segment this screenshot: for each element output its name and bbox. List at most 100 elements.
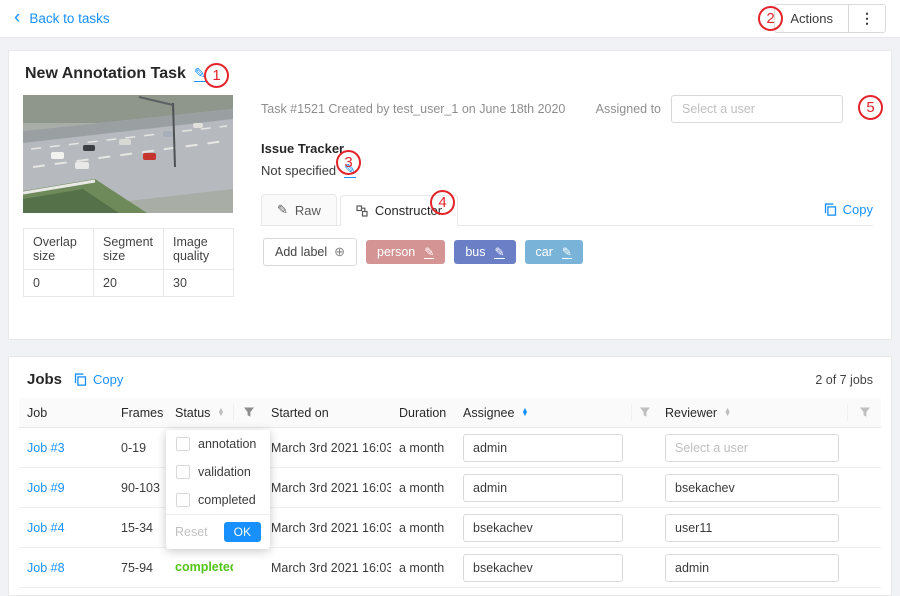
label-chip-person[interactable]: person ✎	[366, 240, 445, 264]
assignee-input[interactable]	[463, 434, 623, 462]
label-chip-car[interactable]: car ✎	[525, 240, 583, 264]
issue-tracker-value: Not specified	[261, 163, 336, 178]
column-frames: Frames	[113, 398, 167, 427]
annotation-marker-1: 1	[204, 63, 229, 88]
copy-labels-label: Copy	[843, 202, 873, 217]
jobs-table-header: Job Frames Status ▲▼ Started on Duration…	[19, 398, 881, 428]
tab-raw-label: Raw	[295, 203, 321, 218]
back-to-tasks-link[interactable]: ‹ Back to tasks	[14, 10, 110, 27]
task-assignee-input[interactable]	[671, 95, 843, 123]
plus-circle-icon: ⊕	[334, 244, 345, 260]
back-to-tasks-label: Back to tasks	[29, 11, 109, 26]
param-header-segment: Segment size	[94, 229, 164, 270]
raw-pencil-icon: ✎	[277, 202, 288, 218]
job-link[interactable]: Job #9	[27, 481, 65, 495]
filter-option-validation[interactable]: validation	[166, 458, 270, 486]
param-value-overlap: 0	[24, 270, 94, 297]
job-started: March 3rd 2021 16:03	[263, 561, 391, 575]
task-title-row: New Annotation Task ✎	[25, 65, 877, 83]
param-header-quality: Image quality	[164, 229, 234, 270]
jobs-card: Jobs Copy 2 of 7 jobs Job Frames Status …	[8, 356, 892, 596]
assignee-input[interactable]	[463, 514, 623, 542]
assignee-filter-button[interactable]	[631, 404, 657, 421]
status-filter-button[interactable]	[233, 404, 263, 421]
job-row-3: Job #4 15-34 March 3rd 2021 16:03 a mont…	[19, 508, 881, 548]
job-link[interactable]: Job #4	[27, 521, 65, 535]
edit-label-icon[interactable]: ✎	[424, 246, 434, 260]
job-duration: a month	[391, 521, 455, 535]
assigned-to-block: Assigned to	[596, 95, 843, 123]
copy-icon	[74, 373, 87, 386]
task-left-column: Overlap size Segment size Image quality …	[23, 95, 235, 297]
reviewer-input[interactable]	[665, 554, 839, 582]
annotation-marker-4: 4	[430, 190, 455, 215]
task-params-table: Overlap size Segment size Image quality …	[23, 228, 234, 297]
assignee-input[interactable]	[463, 474, 623, 502]
job-status-cell: completed?	[167, 560, 233, 575]
kebab-icon: ⋮	[860, 10, 874, 26]
copy-labels-link[interactable]: Copy	[824, 202, 873, 225]
actions-button-group: Actions ⋮	[774, 4, 886, 33]
more-menu-button[interactable]: ⋮	[849, 5, 885, 32]
filter-option-annotation[interactable]: annotation	[166, 430, 270, 458]
sort-carets-icon: ▲▼	[724, 409, 731, 417]
column-reviewer-sort[interactable]: Reviewer ▲▼	[657, 398, 847, 427]
checkbox-validation[interactable]	[176, 465, 190, 479]
jobs-count: 2 of 7 jobs	[815, 373, 873, 387]
reviewer-input[interactable]	[665, 514, 839, 542]
filter-option-label: validation	[198, 465, 251, 479]
cvat-task-page: ‹ Back to tasks Actions ⋮ New Annotation…	[0, 0, 900, 596]
copy-jobs-label: Copy	[93, 372, 123, 387]
column-assignee-sort[interactable]: Assignee ▲▼	[455, 398, 631, 427]
constructor-icon	[356, 205, 368, 217]
column-job: Job	[19, 398, 113, 427]
filter-reset-button[interactable]: Reset	[175, 525, 208, 539]
column-started-on: Started on	[263, 398, 391, 427]
sort-carets-icon: ▲▼	[217, 409, 224, 417]
checkbox-completed[interactable]	[176, 493, 190, 507]
add-label-button[interactable]: Add label ⊕	[263, 238, 357, 266]
checkbox-annotation[interactable]	[176, 437, 190, 451]
job-frames: 75-94	[113, 561, 167, 575]
edit-label-icon[interactable]: ✎	[562, 246, 572, 260]
copy-jobs-link[interactable]: Copy	[74, 372, 123, 387]
traffic-scene-image	[23, 95, 233, 213]
status-filter-dropdown: annotation validation completed Reset OK	[166, 430, 270, 549]
label-name: bus	[465, 245, 485, 259]
annotation-marker-2: 2	[758, 6, 783, 31]
filter-option-completed[interactable]: completed	[166, 486, 270, 514]
job-frames: 0-19	[113, 441, 167, 455]
filter-funnel-icon	[639, 406, 651, 418]
labels-constructor-area: Add label ⊕ person ✎ bus ✎ car ✎	[261, 226, 873, 278]
column-status-sort[interactable]: Status ▲▼	[167, 398, 233, 427]
labels-tabs-bar: ✎ Raw Constructor	[261, 194, 873, 226]
filter-option-label: annotation	[198, 437, 256, 451]
param-value-segment: 20	[94, 270, 164, 297]
filter-ok-button[interactable]: OK	[224, 522, 261, 542]
tab-raw[interactable]: ✎ Raw	[261, 194, 337, 225]
job-duration: a month	[391, 481, 455, 495]
reviewer-filter-button[interactable]	[847, 404, 881, 421]
assigned-to-label: Assigned to	[596, 102, 661, 116]
job-started: March 3rd 2021 16:03	[263, 441, 391, 455]
params-header-row: Overlap size Segment size Image quality	[24, 229, 234, 270]
param-value-quality: 30	[164, 270, 234, 297]
reviewer-input[interactable]	[665, 474, 839, 502]
job-duration: a month	[391, 441, 455, 455]
jobs-title: Jobs	[27, 371, 62, 388]
job-link[interactable]: Job #3	[27, 441, 65, 455]
filter-footer: Reset OK	[166, 514, 270, 549]
edit-label-icon[interactable]: ✎	[494, 246, 504, 260]
label-name: car	[536, 245, 553, 259]
job-link[interactable]: Job #8	[27, 561, 65, 575]
reviewer-input[interactable]	[665, 434, 839, 462]
param-header-overlap: Overlap size	[24, 229, 94, 270]
actions-button[interactable]: Actions	[775, 5, 849, 32]
params-value-row: 0 20 30	[24, 270, 234, 297]
job-started: March 3rd 2021 16:03	[263, 481, 391, 495]
label-chip-bus[interactable]: bus ✎	[454, 240, 515, 264]
copy-icon	[824, 203, 837, 216]
annotation-marker-5: 5	[858, 95, 883, 120]
annotation-marker-3: 3	[336, 150, 361, 175]
assignee-input[interactable]	[463, 554, 623, 582]
